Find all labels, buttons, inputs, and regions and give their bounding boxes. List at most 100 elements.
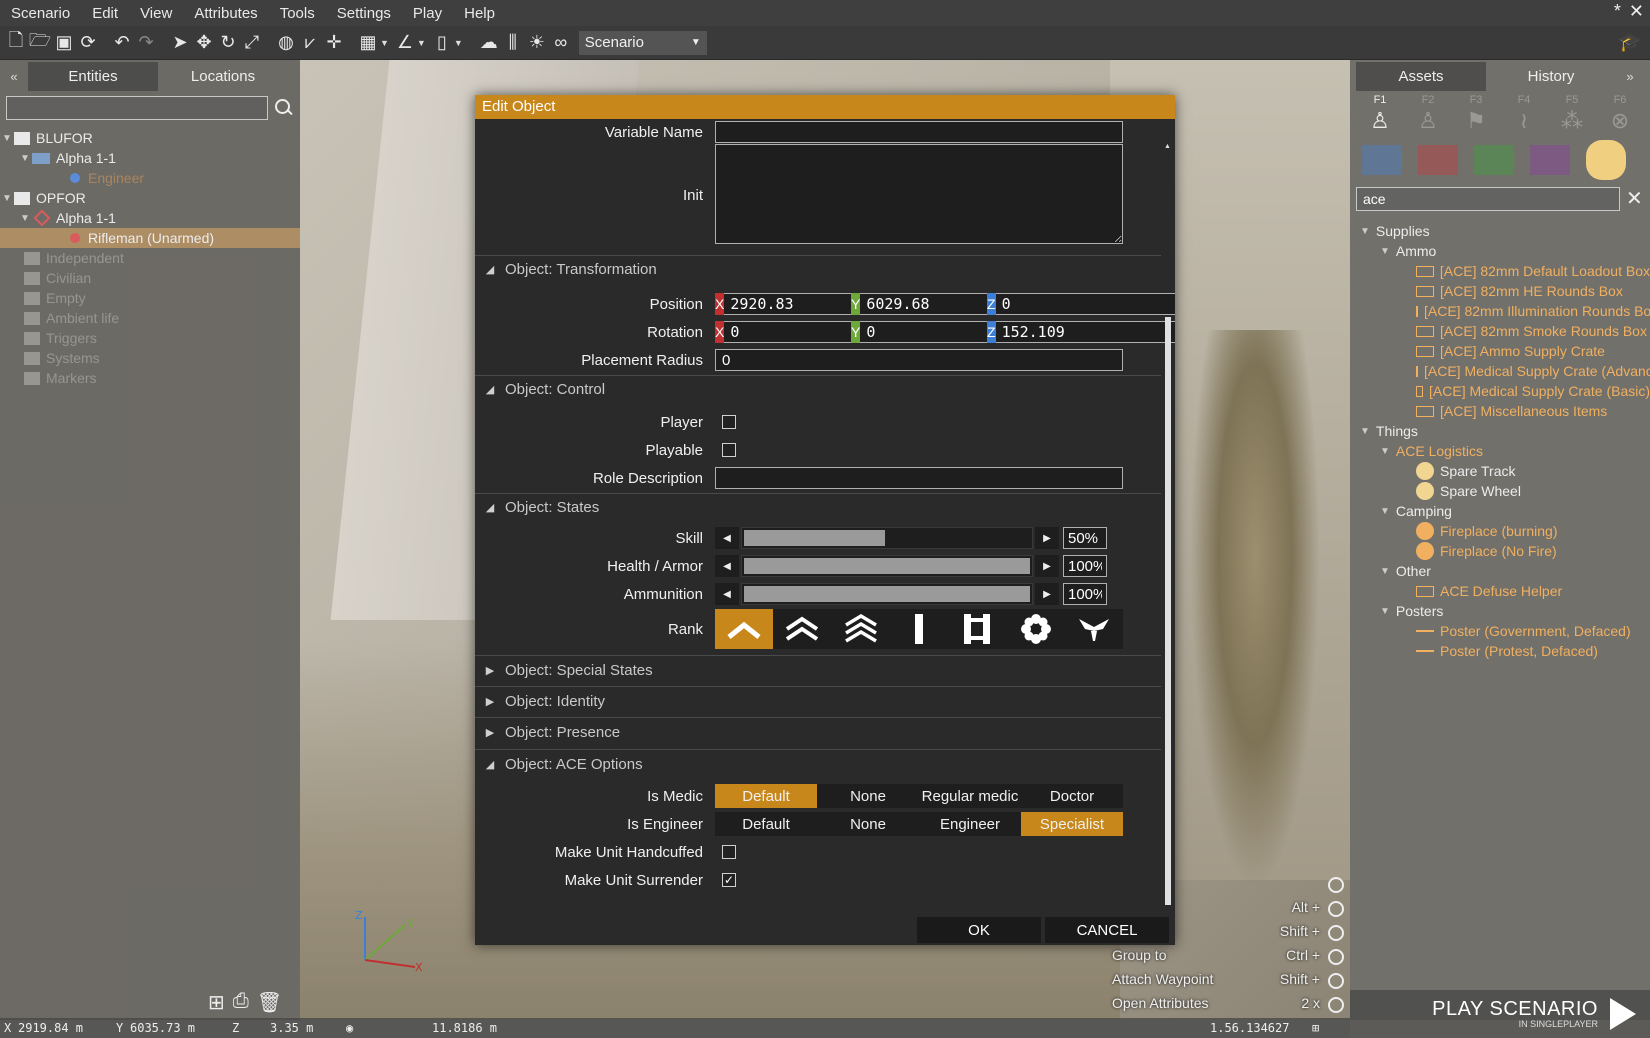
slider-right-arrow-icon[interactable]: ▶: [1035, 583, 1059, 605]
asset-item[interactable]: [ACE] 82mm HE Rounds Box: [1350, 281, 1650, 301]
checkbox[interactable]: [24, 271, 40, 285]
chevron-down-icon[interactable]: ▼: [380, 38, 389, 48]
expand-arrow-icon[interactable]: ▼: [1378, 446, 1392, 457]
checkbox[interactable]: [24, 311, 40, 325]
slider-right-arrow-icon[interactable]: ▶: [1035, 527, 1059, 549]
expand-arrow-icon[interactable]: ▼: [18, 213, 32, 224]
asset-category[interactable]: ▼ Supplies: [1350, 221, 1650, 241]
checkbox[interactable]: [24, 371, 40, 385]
menu-tools[interactable]: Tools: [269, 5, 326, 22]
asset-category[interactable]: ▼ Other: [1350, 561, 1650, 581]
corporal-rank-icon[interactable]: [773, 609, 831, 649]
mode-markers[interactable]: F6 ⊗: [1600, 94, 1640, 136]
tab-locations[interactable]: Locations: [158, 62, 288, 91]
expand-arrow-icon[interactable]: ▼: [1358, 226, 1372, 237]
position-z-input[interactable]: [995, 293, 1175, 315]
medic-option-regular[interactable]: Regular medic: [919, 784, 1021, 808]
side-independent-swatch[interactable]: [1474, 145, 1514, 175]
undo-icon[interactable]: ↶: [110, 31, 134, 55]
player-checkbox[interactable]: [722, 415, 736, 429]
expand-panel-button[interactable]: »: [1616, 69, 1644, 84]
section-special-states[interactable]: ▶ Object: Special States: [475, 655, 1161, 685]
open-folder-icon[interactable]: 🗁: [28, 30, 52, 55]
menu-edit[interactable]: Edit: [81, 5, 129, 22]
tree-item-empty[interactable]: Empty: [0, 288, 300, 308]
scroll-up-icon[interactable]: ▲: [1164, 143, 1171, 150]
tab-history[interactable]: History: [1486, 62, 1616, 91]
handcuffed-checkbox[interactable]: [722, 845, 736, 859]
grid-icon[interactable]: ▦: [356, 31, 380, 55]
colonel-rank-icon[interactable]: [1065, 609, 1123, 649]
slider-track[interactable]: [741, 583, 1033, 605]
expand-arrow-icon[interactable]: ▼: [1378, 606, 1392, 617]
lieutenant-rank-icon[interactable]: [890, 609, 948, 649]
checkbox[interactable]: [24, 291, 40, 305]
medic-option-default[interactable]: Default: [715, 784, 817, 808]
close-icon[interactable]: ✕: [1629, 1, 1644, 22]
section-identity[interactable]: ▶ Object: Identity: [475, 686, 1161, 716]
tree-item-blufor[interactable]: ▼ BLUFOR: [0, 128, 300, 148]
checkbox[interactable]: [14, 191, 30, 205]
vertical-mode-icon[interactable]: ✛: [322, 31, 346, 55]
mode-modules-2[interactable]: F5 ⁂: [1552, 94, 1592, 136]
section-states[interactable]: ◢ Object: States: [475, 493, 1161, 521]
engineer-option-default[interactable]: Default: [715, 812, 817, 836]
asset-category[interactable]: ▼ ACE Logistics: [1350, 441, 1650, 461]
skill-slider[interactable]: ◀ ▶: [715, 527, 1123, 549]
save-icon[interactable]: ▣: [52, 31, 76, 55]
mode-select[interactable]: Scenario ▼: [578, 30, 707, 55]
play-scenario-button[interactable]: PLAY SCENARIO IN SINGLEPLAYER: [1350, 990, 1650, 1038]
dialog-title[interactable]: Edit Object: [475, 95, 1175, 119]
tree-item-ambient-life[interactable]: Ambient life: [0, 308, 300, 328]
mode-groups[interactable]: F2 ♙: [1408, 94, 1448, 136]
slider-track[interactable]: [741, 555, 1033, 577]
world-icon[interactable]: ◍: [274, 31, 298, 55]
surface-snap-icon[interactable]: ⩗: [298, 31, 322, 55]
ammunition-value-input[interactable]: [1063, 583, 1107, 605]
slider-left-arrow-icon[interactable]: ◀: [715, 583, 739, 605]
search-icon[interactable]: [272, 97, 294, 119]
scrollbar-thumb[interactable]: [1165, 317, 1171, 905]
asset-item[interactable]: ACE Defuse Helper: [1350, 581, 1650, 601]
variable-name-input[interactable]: [715, 121, 1123, 143]
clear-search-icon[interactable]: ✕: [1626, 186, 1643, 211]
dialog-scrollbar[interactable]: ▲ ▼: [1164, 143, 1171, 905]
mode-waypoints[interactable]: F4 ≀: [1504, 94, 1544, 136]
move-icon[interactable]: ✥: [192, 31, 216, 55]
tree-item-independent[interactable]: Independent: [0, 248, 300, 268]
assets-search-input[interactable]: [1356, 186, 1620, 211]
tree-item-opfor[interactable]: ▼ OPFOR: [0, 188, 300, 208]
menu-play[interactable]: Play: [402, 5, 453, 22]
weather-icon[interactable]: ☁: [477, 31, 501, 55]
medic-option-doctor[interactable]: Doctor: [1021, 784, 1123, 808]
asset-item[interactable]: Spare Wheel: [1350, 481, 1650, 501]
publish-icon[interactable]: ⟳: [76, 31, 100, 55]
engineer-option-specialist[interactable]: Specialist: [1021, 812, 1123, 836]
menu-view[interactable]: View: [129, 5, 183, 22]
mode-units[interactable]: F1 ♙: [1360, 94, 1400, 136]
playable-checkbox[interactable]: [722, 443, 736, 457]
cancel-button[interactable]: CANCEL: [1045, 917, 1169, 943]
tree-item-systems[interactable]: Systems: [0, 348, 300, 368]
sergeant-rank-icon[interactable]: [832, 609, 890, 649]
major-rank-icon[interactable]: [1006, 609, 1064, 649]
engineer-option-none[interactable]: None: [817, 812, 919, 836]
map-icon[interactable]: ⊞: [1312, 1021, 1319, 1035]
tree-item-unit-selected[interactable]: Rifleman (Unarmed): [0, 228, 300, 248]
asset-item[interactable]: Spare Track: [1350, 461, 1650, 481]
asset-item[interactable]: Fireplace (No Fire): [1350, 541, 1650, 561]
slider-right-arrow-icon[interactable]: ▶: [1035, 555, 1059, 577]
asset-item[interactable]: Poster (Protest, Defaced): [1350, 641, 1650, 661]
side-opfor-swatch[interactable]: [1418, 145, 1458, 175]
chevron-down-icon[interactable]: ▼: [454, 38, 463, 48]
tree-item-markers[interactable]: Markers: [0, 368, 300, 388]
add-folder-icon[interactable]: ⊞: [208, 990, 225, 1015]
health-value-input[interactable]: [1063, 555, 1107, 577]
checkbox[interactable]: [14, 131, 30, 145]
asset-item[interactable]: [ACE] Ammo Supply Crate: [1350, 341, 1650, 361]
new-file-icon[interactable]: 🗋: [4, 30, 28, 55]
expand-arrow-icon[interactable]: ▼: [1358, 426, 1372, 437]
ruler-icon[interactable]: ▯: [430, 31, 454, 55]
asset-category[interactable]: ▼ Posters: [1350, 601, 1650, 621]
section-ace-options[interactable]: ◢ Object: ACE Options: [475, 749, 1161, 779]
